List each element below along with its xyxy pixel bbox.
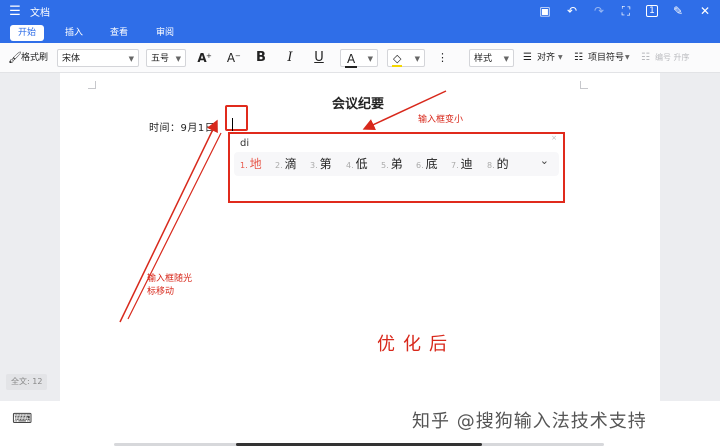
annotation-box-shrink: 输入框变小 [418, 115, 464, 125]
keyboard-icon[interactable]: ⌨ [12, 411, 32, 427]
watermark: 知乎 @搜狗输入法技术支持 [412, 411, 647, 432]
home-indicator [114, 443, 604, 446]
annotation-arrows [119, 90, 447, 323]
word-count[interactable]: 全文: 12 [6, 374, 48, 390]
annotation-follow-line2: 标移动 [147, 287, 175, 297]
annotation-follow-line1: 输入框随光 [147, 274, 193, 284]
home-indicator-pill [236, 443, 482, 446]
bottom-bar: ⌨ 知乎 @搜狗输入法技术支持 [0, 401, 720, 447]
annotation-optimized: 优化后 [377, 334, 455, 355]
arrow-to-cursor-line [127, 132, 222, 320]
